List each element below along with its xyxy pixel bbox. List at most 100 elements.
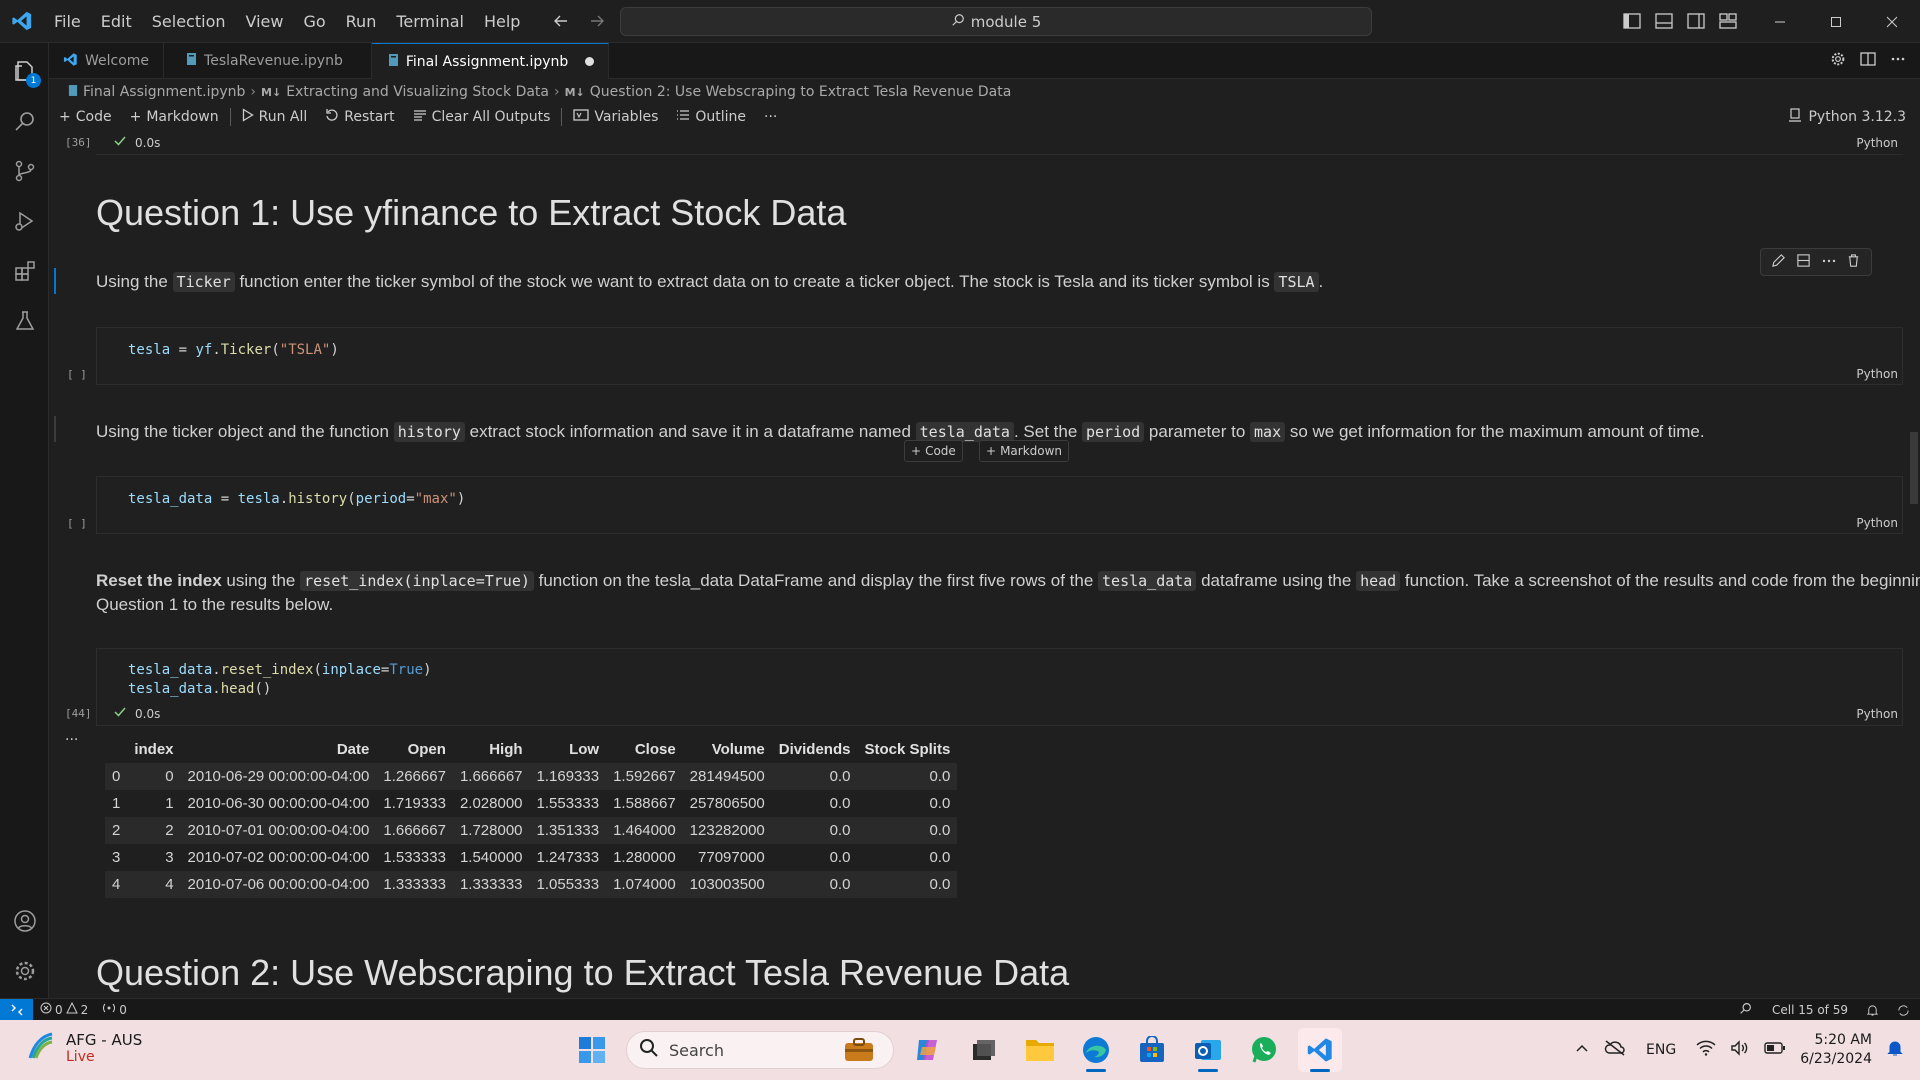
clock[interactable]: 5:20 AM 6/23/2024 — [1800, 1031, 1872, 1069]
kernel-picker[interactable]: Python 3.12.3 — [1788, 104, 1906, 130]
command-center-search[interactable]: module 5 — [620, 7, 1372, 36]
menu-file[interactable]: File — [44, 0, 91, 43]
back-arrow-icon[interactable] — [548, 8, 574, 34]
menu-terminal[interactable]: Terminal — [386, 0, 474, 43]
vscode-logo-icon[interactable] — [0, 0, 44, 43]
volume-icon[interactable] — [1730, 1040, 1750, 1060]
delete-trash-icon[interactable] — [1846, 253, 1861, 272]
markdown-cell-ticker-instructions[interactable]: Using the Ticker function enter the tick… — [96, 270, 1876, 294]
menu-view[interactable]: View — [236, 0, 294, 43]
tab-tesla-revenue[interactable]: TeslaRevenue.ipynb — [164, 43, 372, 79]
minimize-icon[interactable] — [1752, 0, 1808, 43]
more-actions-icon[interactable] — [1821, 253, 1836, 272]
chevron-right-icon: › — [250, 84, 257, 100]
code-line: tesla_data.head() — [128, 681, 272, 697]
copilot-icon[interactable] — [906, 1028, 950, 1072]
output-more-button[interactable]: ··· — [65, 732, 78, 748]
menu-go[interactable]: Go — [293, 0, 335, 43]
table-row: 2 2 2010-07-01 00:00:00-04:00 1.666667 1.728… — [105, 817, 958, 844]
notification-bell-icon[interactable] — [1886, 1039, 1904, 1061]
menu-selection[interactable]: Selection — [142, 0, 236, 43]
table-cell: 4 — [127, 871, 181, 898]
markdown-icon: M↓ — [261, 85, 282, 99]
breadcrumb-subsection[interactable]: Question 2: Use Webscraping to Extract T… — [590, 84, 1012, 100]
battery-icon[interactable] — [1764, 1041, 1786, 1059]
split-cell-icon[interactable] — [1796, 253, 1811, 272]
clear-all-outputs-button[interactable]: Clear All Outputs — [404, 105, 560, 129]
outlook-new-icon[interactable] — [1186, 1028, 1230, 1072]
search-icon[interactable] — [0, 97, 49, 145]
gear-icon[interactable] — [1830, 51, 1846, 71]
wifi-icon[interactable] — [1696, 1040, 1716, 1060]
source-control-icon[interactable] — [0, 147, 49, 195]
maximize-icon[interactable] — [1808, 0, 1864, 43]
toolbar-more-button[interactable]: ··· — [755, 105, 786, 129]
explorer-icon[interactable]: 1 — [0, 47, 49, 95]
add-markdown-cell-button[interactable]: + Markdown — [121, 105, 228, 129]
remote-indicator-icon[interactable] — [0, 998, 33, 1021]
accounts-icon[interactable] — [0, 897, 49, 945]
code-cell-reset-index-head[interactable]: tesla_data.reset_index(inplace=True) tes… — [96, 648, 1903, 726]
toggle-panel-icon[interactable] — [1652, 9, 1676, 33]
toggle-secondary-sidebar-icon[interactable] — [1684, 9, 1708, 33]
cell-language-label[interactable]: Python — [1856, 707, 1898, 721]
breadcrumb-section[interactable]: Extracting and Visualizing Stock Data — [286, 84, 549, 100]
language-indicator[interactable]: ENG — [1640, 1042, 1682, 1058]
edit-pencil-icon[interactable] — [1771, 253, 1786, 272]
breadcrumb-file[interactable]: Final Assignment.ipynb — [83, 84, 245, 100]
problems-indicator[interactable]: 0 2 — [33, 1001, 95, 1017]
cell-language-label[interactable]: Python — [1856, 136, 1898, 150]
menu-edit[interactable]: Edit — [91, 0, 142, 43]
zoom-indicator[interactable] — [1729, 1002, 1762, 1018]
cell-language-label[interactable]: Python — [1856, 367, 1898, 381]
edge-browser-icon[interactable] — [1074, 1028, 1118, 1072]
close-icon[interactable] — [1864, 0, 1920, 43]
testing-flask-icon[interactable] — [0, 297, 49, 345]
cell-position-indicator[interactable]: Cell 15 of 59 — [1762, 1003, 1858, 1017]
weather-widget[interactable]: AFG - AUS Live — [24, 1030, 142, 1066]
run-all-button[interactable]: Run All — [233, 105, 317, 129]
ports-indicator[interactable]: 0 — [95, 1002, 134, 1017]
cell-language-label[interactable]: Python — [1856, 516, 1898, 530]
extensions-icon[interactable] — [0, 247, 49, 295]
restart-button[interactable]: Restart — [316, 105, 403, 129]
error-icon — [40, 1002, 52, 1017]
tab-welcome[interactable]: Welcome — [49, 43, 165, 79]
file-explorer-icon[interactable] — [1018, 1028, 1062, 1072]
unsaved-dot-icon[interactable] — [585, 57, 595, 66]
chevron-up-icon[interactable] — [1574, 1040, 1590, 1060]
table-cell: 1.333333 — [452, 871, 530, 898]
split-editor-icon[interactable] — [1860, 51, 1876, 71]
command-center-label: module 5 — [970, 12, 1042, 31]
table-column-header: Low — [529, 736, 607, 763]
more-actions-icon[interactable] — [1890, 51, 1906, 71]
whatsapp-icon[interactable] — [1242, 1028, 1286, 1072]
task-view-icon[interactable] — [962, 1028, 1006, 1072]
menu-help[interactable]: Help — [474, 0, 530, 43]
customize-layout-icon[interactable] — [1716, 9, 1740, 33]
variables-button[interactable]: Variables — [564, 105, 667, 129]
menu-run[interactable]: Run — [336, 0, 387, 43]
forward-arrow-icon[interactable] — [584, 8, 610, 34]
start-windows-icon[interactable] — [570, 1028, 614, 1072]
microsoft-store-icon[interactable] — [1130, 1028, 1174, 1072]
outline-button[interactable]: Outline — [667, 105, 755, 129]
vscode-taskbar-icon[interactable] — [1298, 1028, 1342, 1072]
taskbar-search[interactable]: Search — [626, 1031, 894, 1069]
manage-gear-icon[interactable] — [0, 947, 49, 995]
code-cell-history[interactable]: tesla_data = tesla.history(period="max") — [96, 476, 1903, 534]
tab-final-assignment[interactable]: Final Assignment.ipynb — [371, 43, 610, 79]
onedrive-offline-icon[interactable] — [1604, 1039, 1626, 1061]
sync-icon[interactable] — [1887, 1004, 1920, 1017]
add-code-cell-button[interactable]: + Code — [49, 105, 121, 129]
insert-code-cell-button[interactable]: + Code — [904, 440, 963, 462]
table-cell: 0 — [127, 763, 181, 790]
code-cell-ticker[interactable]: tesla = yf.Ticker("TSLA") — [96, 327, 1903, 385]
insert-markdown-cell-button[interactable]: + Markdown — [979, 440, 1070, 462]
markdown-cell-reset-index-instructions[interactable]: Reset the index using the reset_index(in… — [96, 569, 1920, 616]
notifications-bell-icon[interactable] — [1858, 1004, 1887, 1017]
toggle-primary-sidebar-icon[interactable] — [1620, 9, 1644, 33]
table-cell: 1.553333 — [529, 790, 607, 817]
run-and-debug-icon[interactable] — [0, 197, 49, 245]
vertical-scrollbar-thumb[interactable] — [1910, 432, 1918, 504]
